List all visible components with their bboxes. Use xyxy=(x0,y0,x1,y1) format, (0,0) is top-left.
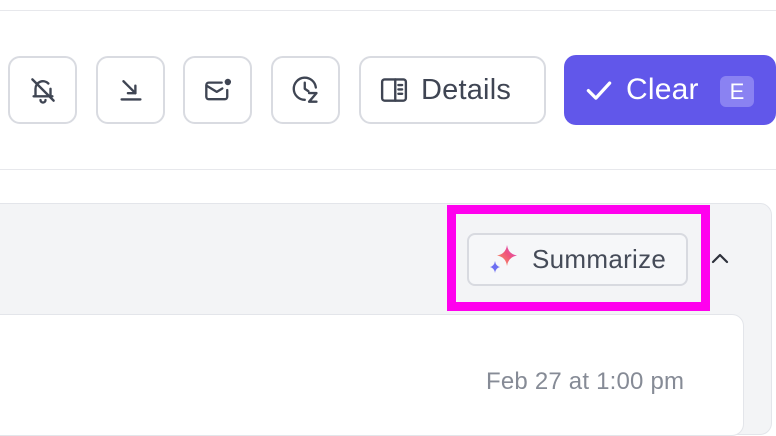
highlight-box xyxy=(447,205,710,311)
snooze-button[interactable] xyxy=(271,56,340,124)
bell-off-icon xyxy=(30,78,55,104)
move-down-icon xyxy=(119,80,142,101)
mute-button[interactable] xyxy=(8,56,77,124)
clear-label: Clear xyxy=(626,73,699,106)
clear-shortcut-badge: E xyxy=(720,76,754,107)
snooze-icon xyxy=(292,76,318,103)
message-timestamp: Feb 27 at 1:00 pm xyxy=(486,368,685,395)
mark-unread-icon xyxy=(204,78,231,101)
sidebar-panel-icon xyxy=(380,78,408,102)
mark-unread-button[interactable] xyxy=(183,56,252,124)
chevron-up-icon[interactable] xyxy=(708,248,732,268)
toolbar-divider xyxy=(0,169,776,170)
details-button[interactable]: Details xyxy=(359,56,546,124)
thread-toolbar: Details Clear E xyxy=(0,0,776,170)
checkmark-icon xyxy=(586,81,612,100)
details-label: Details xyxy=(421,73,512,106)
move-down-button[interactable] xyxy=(96,56,165,124)
